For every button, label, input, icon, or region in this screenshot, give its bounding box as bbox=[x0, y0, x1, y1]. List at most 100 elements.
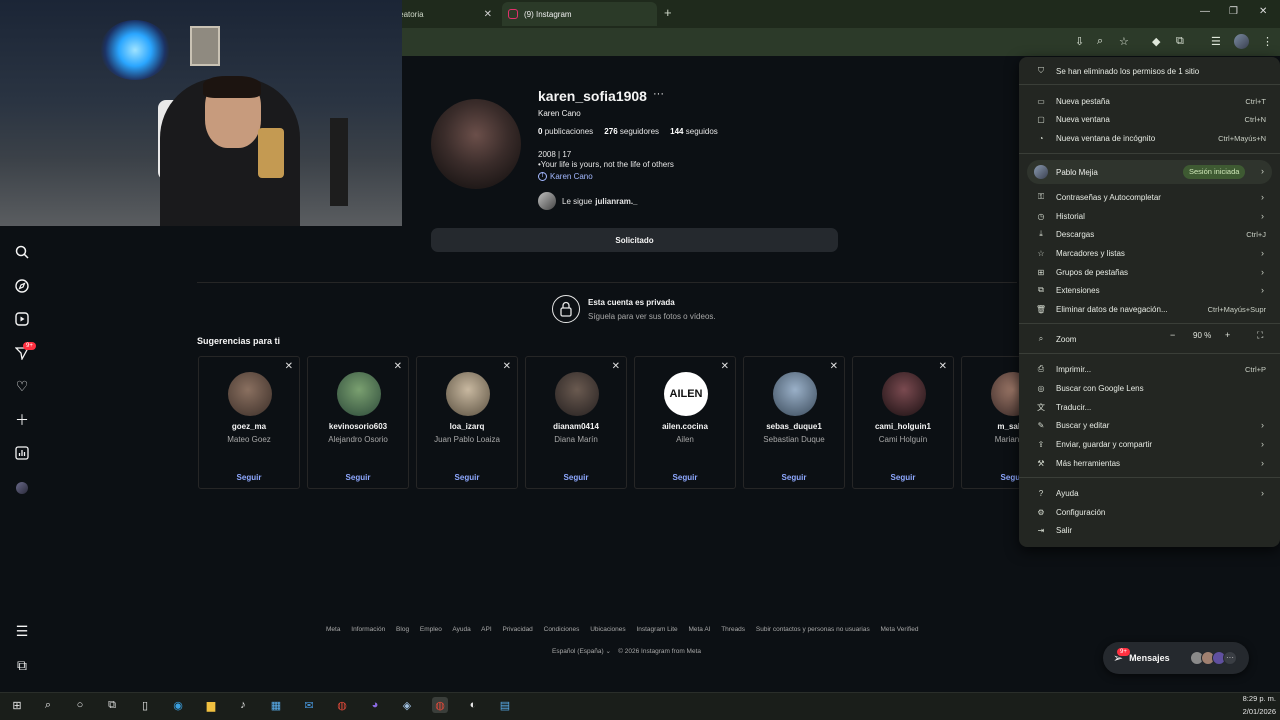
menu-item-extensions[interactable]: ⧉ Extensiones › bbox=[1019, 281, 1280, 299]
footer-link[interactable]: Meta Verified bbox=[881, 626, 919, 633]
dismiss-close-icon[interactable]: ✕ bbox=[612, 361, 620, 372]
dismiss-close-icon[interactable]: ✕ bbox=[285, 361, 293, 372]
follow-button[interactable]: Seguir bbox=[635, 473, 735, 482]
tab-aleatoria[interactable]: Aleatoria ✕ bbox=[392, 2, 500, 26]
zoom-out-button[interactable]: − bbox=[1170, 330, 1175, 340]
dismiss-close-icon[interactable]: ✕ bbox=[721, 361, 729, 372]
follow-button[interactable]: Seguir bbox=[853, 473, 953, 482]
minimize-icon[interactable]: — bbox=[1200, 6, 1210, 17]
following-count[interactable]: 144 bbox=[670, 127, 683, 136]
chrome-icon[interactable]: ◍ bbox=[334, 697, 350, 713]
suggestion-username[interactable]: goez_ma bbox=[199, 422, 299, 431]
suggestion-card[interactable]: m_salaz Mariana S Seguir bbox=[961, 356, 1021, 489]
menu-item-new-tab[interactable]: ▭ Nueva pestaña Ctrl+T bbox=[1019, 92, 1280, 110]
footer-link[interactable]: Instagram Lite bbox=[636, 626, 677, 633]
footer-link[interactable]: API bbox=[481, 626, 491, 633]
menu-item-bookmarks[interactable]: ☆ Marcadores y listas › bbox=[1019, 244, 1280, 262]
followed-by[interactable]: Le sigue julianram._ bbox=[538, 192, 638, 210]
follow-button[interactable]: Seguir bbox=[962, 473, 1020, 482]
dismiss-close-icon[interactable]: ✕ bbox=[503, 361, 511, 372]
follow-button[interactable]: Seguir bbox=[199, 473, 299, 482]
suggestion-card[interactable]: ✕ kevinosorio603 Alejandro Osorio Seguir bbox=[307, 356, 409, 489]
follow-button[interactable]: Seguir bbox=[417, 473, 517, 482]
suggestion-avatar[interactable] bbox=[555, 372, 599, 416]
search-icon[interactable]: ⌕ bbox=[40, 697, 56, 713]
suggestion-card[interactable]: ✕ AILEN ailen.cocina Ailen Seguir bbox=[634, 356, 736, 489]
install-app-icon[interactable]: ⇩ bbox=[1075, 35, 1084, 48]
menu-item-new-window[interactable]: ▢ Nueva ventana Ctrl+N bbox=[1019, 110, 1280, 128]
also-from-meta-icon[interactable]: ⧉ bbox=[13, 656, 31, 674]
suggestion-card[interactable]: ✕ goez_ma Mateo Goez Seguir bbox=[198, 356, 300, 489]
suggestion-username[interactable]: kevinosorio603 bbox=[308, 422, 408, 431]
zoom-icon[interactable]: ⌕ bbox=[1097, 35, 1103, 48]
options-ellipsis-icon[interactable]: ··· bbox=[653, 88, 664, 100]
followers-label[interactable]: seguidores bbox=[620, 127, 659, 136]
suggestion-card[interactable]: ✕ cami_holguin1 Cami Holguín Seguir bbox=[852, 356, 954, 489]
menu-profile-row[interactable]: Pablo Mejia Sesión iniciada › bbox=[1027, 160, 1272, 184]
extension-diamond-icon[interactable]: ◆ bbox=[1152, 35, 1160, 48]
chrome-menu-icon[interactable]: ⋮ bbox=[1262, 35, 1273, 48]
suggestion-avatar[interactable] bbox=[882, 372, 926, 416]
requested-button[interactable]: Solicitado bbox=[431, 228, 838, 252]
file-explorer-icon[interactable]: ▆ bbox=[203, 697, 219, 713]
menu-item-history[interactable]: ◷ Historial › bbox=[1019, 207, 1280, 225]
profile-avatar[interactable] bbox=[1234, 34, 1249, 49]
fullscreen-icon[interactable]: ⛶ bbox=[1257, 330, 1263, 341]
extensions-puzzle-icon[interactable]: ⧉ bbox=[1176, 35, 1184, 48]
create-plus-icon[interactable]: ＋ bbox=[13, 411, 31, 429]
close-icon[interactable]: ✕ bbox=[484, 9, 492, 20]
chrome-active-icon[interactable]: ◍ bbox=[432, 697, 448, 713]
footer-link[interactable]: Threads bbox=[721, 626, 745, 633]
restore-icon[interactable]: ❐ bbox=[1229, 6, 1238, 17]
suggestion-username[interactable]: dianam0414 bbox=[526, 422, 626, 431]
footer-link[interactable]: Privacidad bbox=[502, 626, 532, 633]
menu-item-incognito[interactable]: ◔ Nueva ventana de incógnito Ctrl+Mayús+… bbox=[1019, 129, 1280, 147]
footer-link[interactable]: Subir contactos y personas no usuarias bbox=[756, 626, 870, 633]
footer-link[interactable]: Empleo bbox=[420, 626, 442, 633]
suggestion-username[interactable]: sebas_duque1 bbox=[744, 422, 844, 431]
menu-item-help[interactable]: ? Ayuda › bbox=[1019, 484, 1280, 502]
suggestion-username[interactable]: m_salaz bbox=[962, 422, 1020, 431]
dismiss-close-icon[interactable]: ✕ bbox=[830, 361, 838, 372]
menu-item-send-save[interactable]: ⇪ Enviar, guardar y compartir › bbox=[1019, 435, 1280, 453]
followed-by-user[interactable]: julianram._ bbox=[595, 197, 637, 206]
menu-item-print[interactable]: ⎙ Imprimir... Ctrl+P bbox=[1019, 360, 1280, 378]
footer-link[interactable]: Meta bbox=[326, 626, 340, 633]
footer-link[interactable]: Meta AI bbox=[688, 626, 710, 633]
ailen-logo[interactable]: AILEN bbox=[664, 372, 708, 416]
notifications-heart-icon[interactable]: ♡ bbox=[13, 377, 31, 395]
menu-item-settings[interactable]: ⚙ Configuración bbox=[1019, 503, 1280, 521]
suggestion-card[interactable]: ✕ loa_izarq Juan Pablo Loaiza Seguir bbox=[416, 356, 518, 489]
calculator-icon[interactable]: ▤ bbox=[497, 697, 513, 713]
profile-avatar-icon[interactable] bbox=[13, 479, 31, 497]
suggestion-username[interactable]: loa_izarq bbox=[417, 422, 517, 431]
task-view-icon[interactable]: ⧉ bbox=[104, 697, 120, 713]
menu-item-clear-data[interactable]: 🗑 Eliminar datos de navegación... Ctrl+M… bbox=[1019, 300, 1280, 318]
new-tab-plus-icon[interactable]: + bbox=[664, 5, 672, 20]
bookmark-star-icon[interactable]: ☆ bbox=[1119, 35, 1129, 48]
menu-item-translate[interactable]: 文 Traducir... bbox=[1019, 398, 1280, 416]
file-icon[interactable]: ▯ bbox=[137, 697, 153, 713]
suggestion-card[interactable]: ✕ sebas_duque1 Sebastian Duque Seguir bbox=[743, 356, 845, 489]
follow-button[interactable]: Seguir bbox=[744, 473, 844, 482]
profile-picture[interactable] bbox=[431, 99, 521, 189]
tiktok-icon[interactable]: ♪ bbox=[235, 697, 251, 713]
footer-link[interactable]: Ayuda bbox=[452, 626, 470, 633]
chevron-down-icon[interactable]: ⌄ bbox=[605, 648, 610, 655]
dismiss-close-icon[interactable]: ✕ bbox=[939, 361, 947, 372]
footer-link[interactable]: Blog bbox=[396, 626, 409, 633]
cortana-icon[interactable]: ○ bbox=[72, 697, 88, 713]
follow-button[interactable]: Seguir bbox=[308, 473, 408, 482]
tab-instagram[interactable]: (9) Instagram bbox=[502, 2, 657, 26]
dismiss-close-icon[interactable]: ✕ bbox=[394, 361, 402, 372]
facebook-link-label[interactable]: Karen Cano bbox=[550, 172, 593, 181]
suggestion-card[interactable]: ✕ dianam0414 Diana Marín Seguir bbox=[525, 356, 627, 489]
reels-icon[interactable] bbox=[13, 310, 31, 328]
clock-time[interactable]: 8:29 p. m. bbox=[1232, 694, 1276, 703]
suggestion-avatar[interactable] bbox=[991, 372, 1020, 416]
zoom-in-button[interactable]: + bbox=[1225, 330, 1230, 340]
clock-date[interactable]: 2/01/2026 bbox=[1232, 707, 1276, 716]
footer-link[interactable]: Ubicaciones bbox=[590, 626, 625, 633]
steam-icon[interactable]: ◈ bbox=[399, 697, 415, 713]
discord-icon[interactable]: ◕ bbox=[367, 697, 383, 713]
